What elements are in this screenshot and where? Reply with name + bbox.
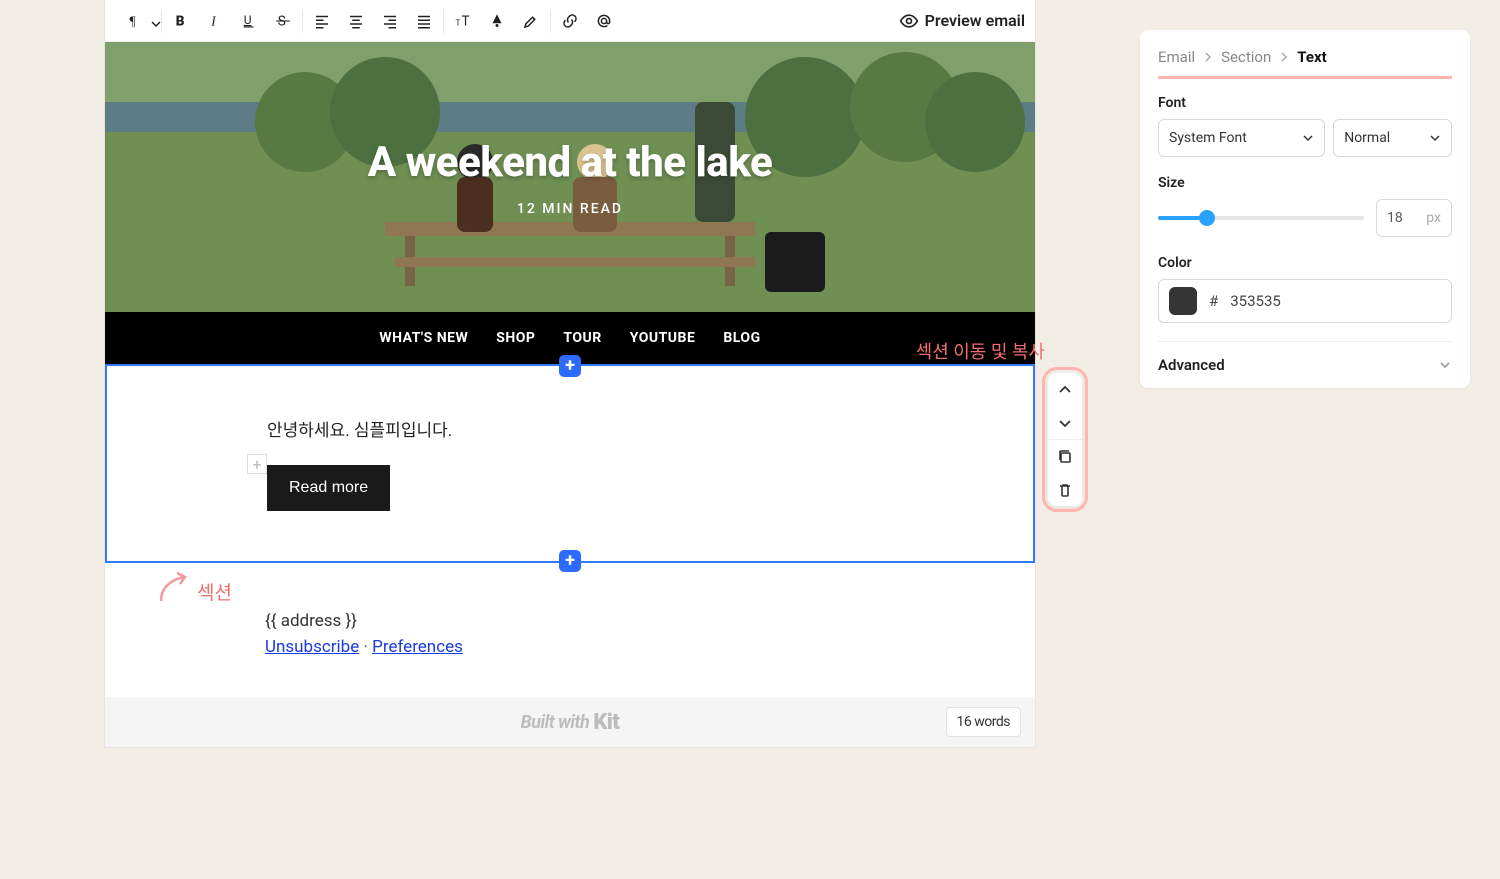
hero-title: A weekend at the lake	[368, 138, 773, 187]
breadcrumb: Email Section Text	[1158, 48, 1452, 79]
nav-item-blog[interactable]: BLOG	[723, 330, 760, 346]
email-footer: {{ address }} Unsubscribe · Preferences	[105, 563, 1035, 677]
nav-item-youtube[interactable]: YOUTUBE	[630, 330, 696, 346]
svg-text:¶: ¶	[130, 13, 136, 28]
mention-button[interactable]	[587, 4, 621, 38]
advanced-toggle[interactable]: Advanced	[1158, 341, 1452, 374]
align-left-button[interactable]	[305, 4, 339, 38]
delete-section-button[interactable]	[1048, 473, 1082, 506]
add-block-button[interactable]: +	[247, 454, 267, 474]
preferences-link[interactable]: Preferences	[372, 637, 463, 657]
crumb-email[interactable]: Email	[1158, 48, 1195, 66]
font-size-button[interactable]: TT	[446, 4, 480, 38]
toolbar-separator	[302, 9, 303, 33]
strikethrough-button[interactable]: S	[266, 4, 300, 38]
svg-text:B: B	[176, 13, 185, 29]
word-count-badge: 16 words	[946, 707, 1021, 737]
text-color-button[interactable]	[480, 4, 514, 38]
italic-button[interactable]: I	[198, 4, 232, 38]
annotation-actions-label: 섹션 이동 및 복사	[916, 338, 1045, 364]
nav-item-shop[interactable]: SHOP	[496, 330, 535, 346]
add-section-above-button[interactable]: +	[559, 355, 581, 377]
toolbar-separator	[550, 9, 551, 33]
chevron-right-icon	[1203, 48, 1213, 66]
trash-icon	[1057, 482, 1073, 498]
chevron-up-icon	[1057, 382, 1073, 398]
color-input[interactable]: # 353535	[1158, 279, 1452, 323]
move-section-down-button[interactable]	[1048, 406, 1082, 439]
preview-email-button[interactable]: Preview email	[899, 11, 1025, 31]
color-swatch	[1169, 287, 1197, 315]
crumb-section[interactable]: Section	[1221, 48, 1271, 66]
chevron-down-icon	[1438, 358, 1452, 372]
nav-item-tour[interactable]: TOUR	[563, 330, 601, 346]
font-size-input[interactable]: 18 px	[1376, 199, 1452, 237]
properties-panel: Email Section Text Font System Font Norm…	[1140, 30, 1470, 388]
eye-icon	[899, 11, 919, 31]
link-button[interactable]	[553, 4, 587, 38]
svg-text:I: I	[210, 13, 217, 28]
chevron-down-icon	[1429, 132, 1441, 144]
svg-text:U: U	[244, 13, 252, 27]
align-right-button[interactable]	[373, 4, 407, 38]
annotation-section-label: 섹션	[155, 569, 232, 605]
font-label: Font	[1158, 95, 1452, 111]
toolbar-separator	[161, 9, 162, 33]
font-size-slider[interactable]	[1158, 199, 1364, 237]
chevron-down-icon	[1057, 415, 1073, 431]
font-weight-select[interactable]: Normal	[1333, 119, 1452, 157]
add-section-below-button[interactable]: +	[559, 550, 581, 572]
underline-button[interactable]: U	[232, 4, 266, 38]
crumb-text: Text	[1297, 48, 1326, 66]
link-separator: ·	[363, 637, 372, 657]
hero-image[interactable]: A weekend at the lake 12 MIN READ	[105, 42, 1035, 312]
section-actions-rail	[1047, 372, 1083, 507]
chevron-right-icon	[1279, 48, 1289, 66]
read-more-button[interactable]: Read more	[267, 465, 390, 511]
nav-item-whats-new[interactable]: WHAT'S NEW	[379, 330, 468, 346]
bold-button[interactable]: B	[164, 4, 198, 38]
paragraph-style-dropdown[interactable]: ¶	[115, 4, 159, 38]
font-family-select[interactable]: System Font	[1158, 119, 1325, 157]
color-label: Color	[1158, 255, 1452, 271]
highlight-button[interactable]	[514, 4, 548, 38]
editor-toolbar: ¶ B I U S TT	[105, 0, 1035, 42]
svg-text:T: T	[456, 18, 461, 28]
svg-text:T: T	[462, 13, 470, 29]
hero-subtitle: 12 MIN READ	[517, 201, 623, 217]
move-section-up-button[interactable]	[1048, 373, 1082, 406]
size-label: Size	[1158, 175, 1452, 191]
section-text[interactable]: 안녕하세요. 심플피입니다.	[267, 416, 873, 441]
duplicate-section-button[interactable]	[1048, 440, 1082, 473]
unsubscribe-link[interactable]: Unsubscribe	[265, 637, 359, 657]
preview-email-label: Preview email	[925, 11, 1025, 30]
toolbar-separator	[443, 9, 444, 33]
chevron-down-icon	[1302, 132, 1314, 144]
kit-logo: Kit	[593, 710, 619, 735]
address-placeholder[interactable]: {{ address }}	[265, 611, 875, 631]
copy-icon	[1057, 449, 1073, 465]
align-justify-button[interactable]	[407, 4, 441, 38]
chevron-down-icon	[151, 14, 161, 33]
built-with-banner: Built with Kit 16 words	[105, 697, 1035, 747]
selected-section[interactable]: + + 안녕하세요. 심플피입니다. Read more +	[105, 364, 1035, 563]
align-center-button[interactable]	[339, 4, 373, 38]
